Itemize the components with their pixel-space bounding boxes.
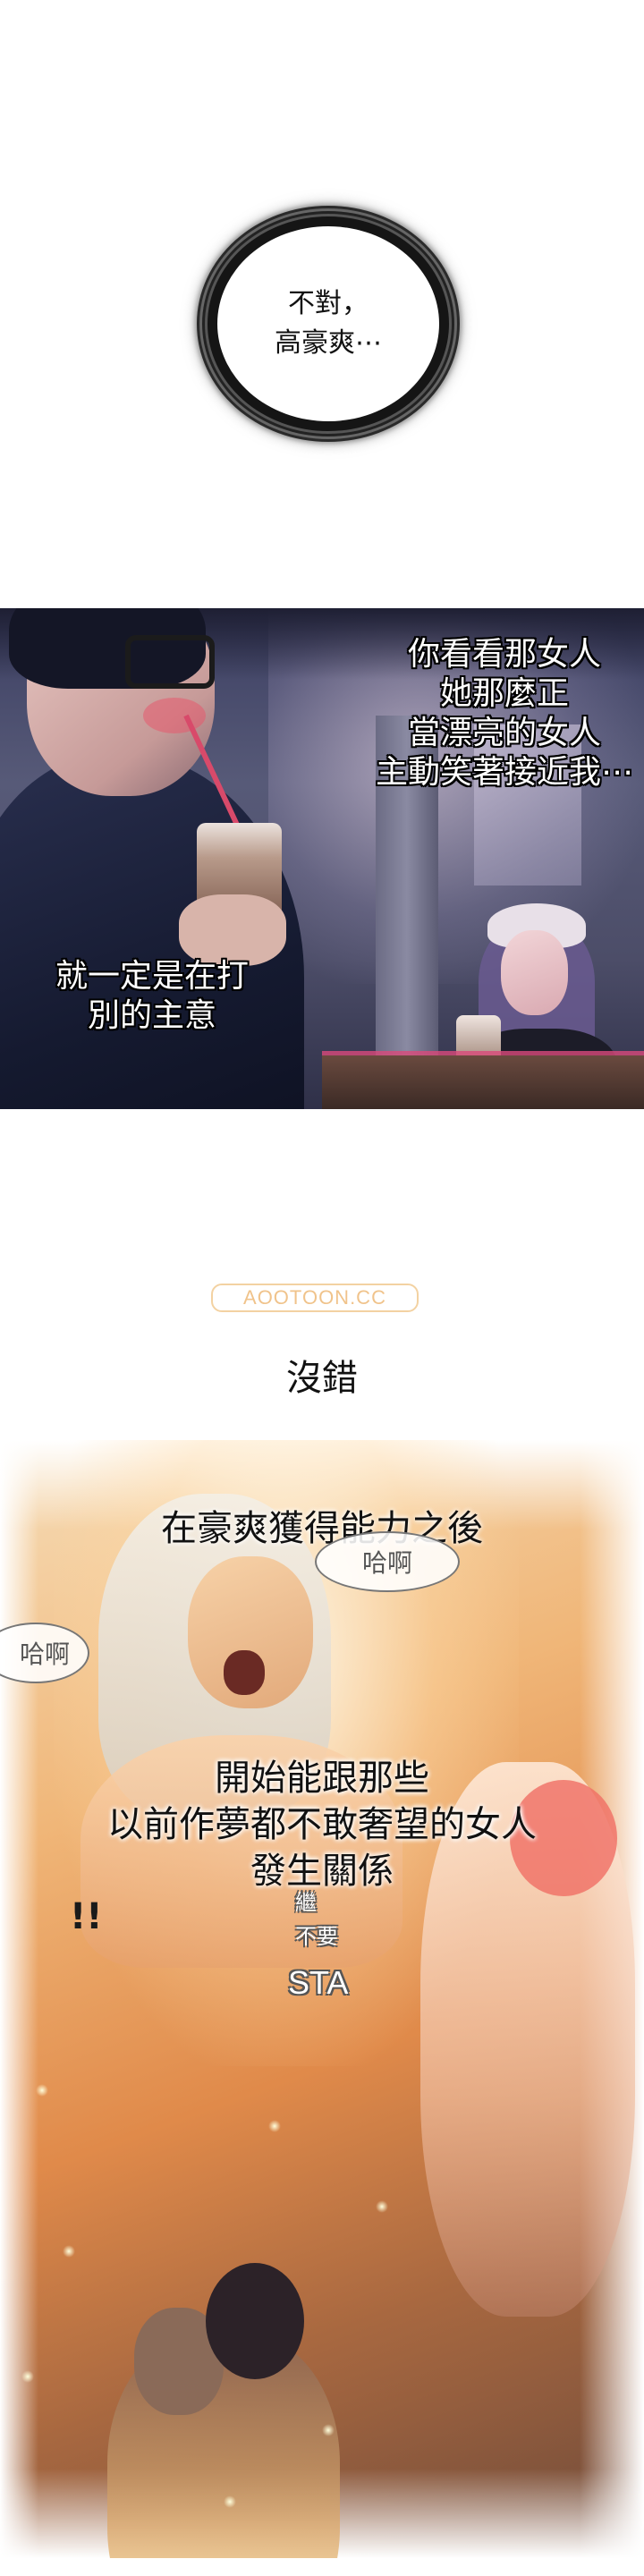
caption-after-power: 在豪爽獲得能力之後 [161, 1508, 483, 1549]
figure-a-mouth [224, 1650, 265, 1695]
sfx-exclamation: !! [70, 1896, 103, 1937]
sfx-bubble-right: 哈啊 [315, 1531, 460, 1592]
sparkle [224, 2496, 236, 2508]
caption-line: 別的主意 [88, 997, 217, 1034]
caption-suspicion: 就一定是在打 別的主意 [55, 957, 249, 1036]
thought-bubble-text: 不對， 高豪爽⋯ [208, 216, 449, 431]
figure-d [206, 2263, 304, 2379]
caption-montage: 開始能跟那些 以前作夢都不敢奢望的女人 發生關係 [0, 1755, 644, 1894]
caption-inner-monologue: 你看看那女人 她那麼正 當漂亮的女人 主動笑著接近我⋯ [376, 635, 633, 792]
woman-face [501, 930, 568, 1015]
cafe-table [322, 1055, 644, 1109]
sparkle [322, 2424, 335, 2436]
caption-line: 開始能跟那些 [215, 1758, 429, 1799]
man-glasses [125, 635, 215, 689]
caption-correct: 沒錯 [286, 1358, 358, 1399]
sfx-line: 繼 [295, 1890, 317, 1915]
sparkle [268, 2120, 281, 2132]
caption-line: 就一定是在打 [55, 958, 250, 995]
sfx-continue: 繼 不要 [295, 1885, 338, 1953]
caption-line: 當漂亮的女人 [407, 715, 601, 751]
sfx-line: 不要 [295, 1924, 338, 1949]
sparkle [21, 2370, 34, 2383]
watermark: AOOTOON.CC [211, 1284, 419, 1312]
man-hand [179, 894, 286, 966]
thought-line: 高豪爽⋯ [275, 327, 382, 359]
sfx-sta: STA [288, 1964, 349, 2001]
caption-line: 你看看那女人 [407, 636, 601, 673]
caption-line: 她那麼正 [439, 675, 569, 712]
sparkle [376, 2200, 388, 2213]
man-blush [143, 698, 206, 733]
sparkle [63, 2245, 75, 2258]
caption-line: 以前作夢都不敢奢望的女人 [107, 1804, 537, 1845]
thought-line: 不對， [288, 288, 369, 319]
caption-line: 主動笑著接近我⋯ [375, 754, 633, 791]
sparkle [36, 2084, 48, 2097]
